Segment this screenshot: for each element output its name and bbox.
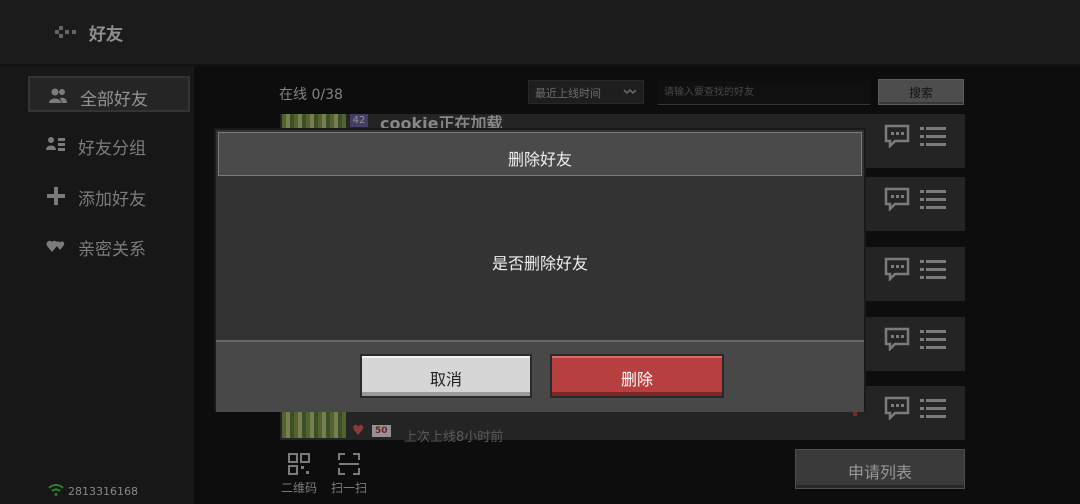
dialog-title: 删除好友	[507, 150, 572, 169]
delete-friend-dialog: 删除好友 是否删除好友 取消 删除	[214, 128, 866, 412]
delete-button[interactable]: 删除	[550, 354, 724, 398]
cancel-button[interactable]: 取消	[360, 354, 532, 398]
dialog-header: 删除好友	[218, 132, 862, 176]
dialog-message: 是否删除好友	[491, 254, 588, 273]
cancel-button-label: 取消	[429, 370, 462, 389]
delete-button-label: 删除	[620, 370, 653, 389]
dialog-footer: 取消 删除	[216, 340, 864, 412]
